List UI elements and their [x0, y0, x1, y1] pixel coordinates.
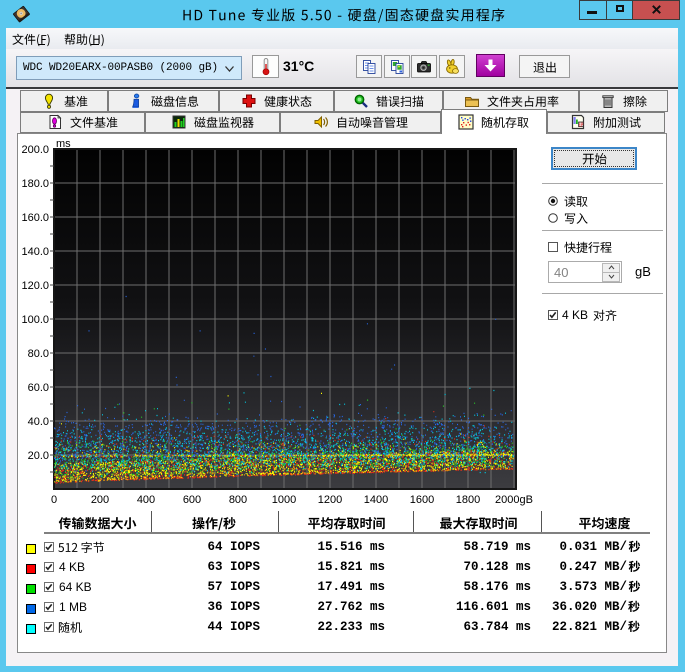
svg-text:140.0: 140.0	[21, 246, 49, 258]
svg-text:400: 400	[137, 494, 155, 506]
svg-text:1200: 1200	[318, 494, 342, 506]
svg-text:800: 800	[229, 494, 247, 506]
svg-text:180.0: 180.0	[21, 178, 49, 190]
svg-text:120.0: 120.0	[21, 280, 49, 292]
svg-text:60.0: 60.0	[28, 382, 49, 394]
svg-text:1600: 1600	[410, 494, 434, 506]
svg-text:1000: 1000	[272, 494, 296, 506]
svg-text:2000gB: 2000gB	[495, 494, 533, 506]
svg-text:600: 600	[183, 494, 201, 506]
svg-text:20.0: 20.0	[28, 450, 49, 462]
svg-text:100.0: 100.0	[21, 314, 49, 326]
svg-text:1400: 1400	[364, 494, 388, 506]
svg-text:1800: 1800	[456, 494, 480, 506]
svg-text:ms: ms	[56, 138, 71, 150]
svg-text:80.0: 80.0	[28, 348, 49, 360]
svg-text:200: 200	[91, 494, 109, 506]
svg-text:160.0: 160.0	[21, 212, 49, 224]
svg-text:200.0: 200.0	[21, 144, 49, 156]
svg-text:40.0: 40.0	[28, 416, 49, 428]
svg-text:0: 0	[51, 494, 57, 506]
